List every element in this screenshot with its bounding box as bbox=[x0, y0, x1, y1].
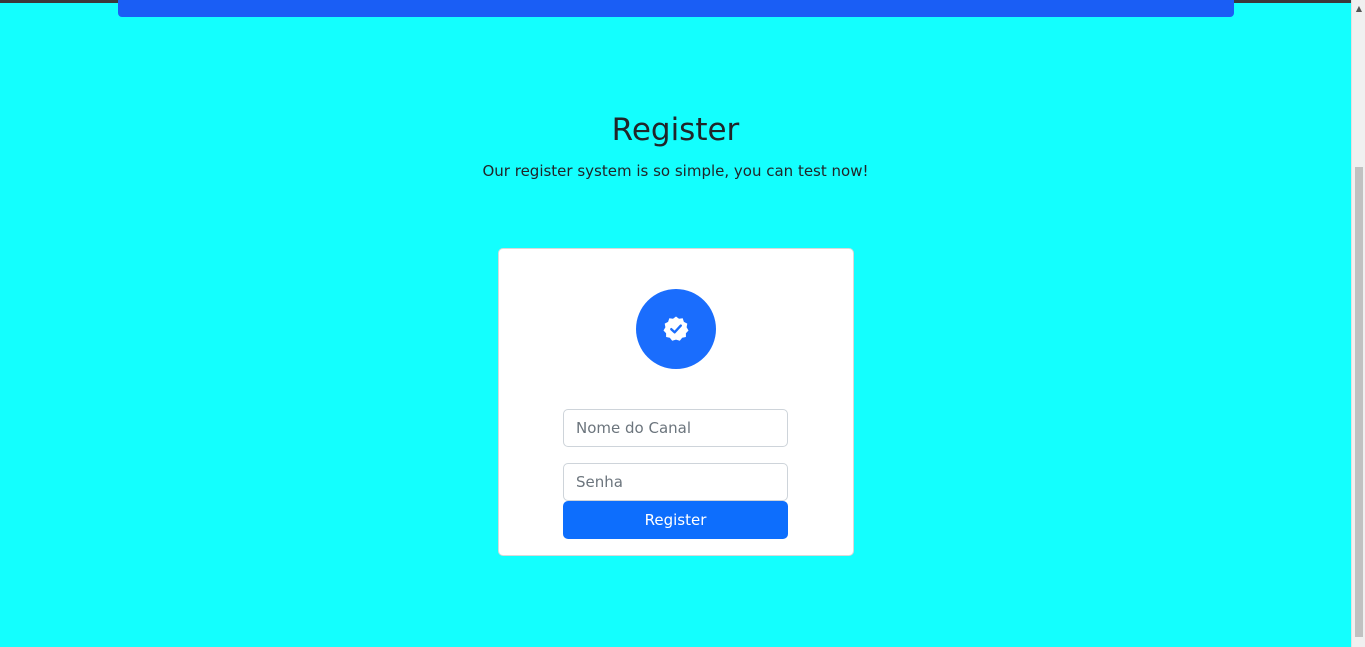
vertical-scrollbar[interactable]: ▲ bbox=[1351, 0, 1365, 647]
patch-check-icon bbox=[636, 289, 716, 369]
channel-name-input[interactable] bbox=[563, 409, 788, 447]
scrollbar-thumb[interactable] bbox=[1355, 167, 1363, 637]
page-subtitle: Our register system is so simple, you ca… bbox=[482, 162, 869, 180]
patch-check-icon-glyph bbox=[663, 316, 689, 341]
page-title: Register bbox=[611, 112, 740, 148]
register-card: Register bbox=[498, 248, 854, 556]
password-input[interactable] bbox=[563, 463, 788, 501]
register-button[interactable]: Register bbox=[563, 501, 788, 539]
scroll-up-arrow-icon[interactable]: ▲ bbox=[1352, 3, 1365, 15]
top-navbar bbox=[118, 0, 1234, 17]
